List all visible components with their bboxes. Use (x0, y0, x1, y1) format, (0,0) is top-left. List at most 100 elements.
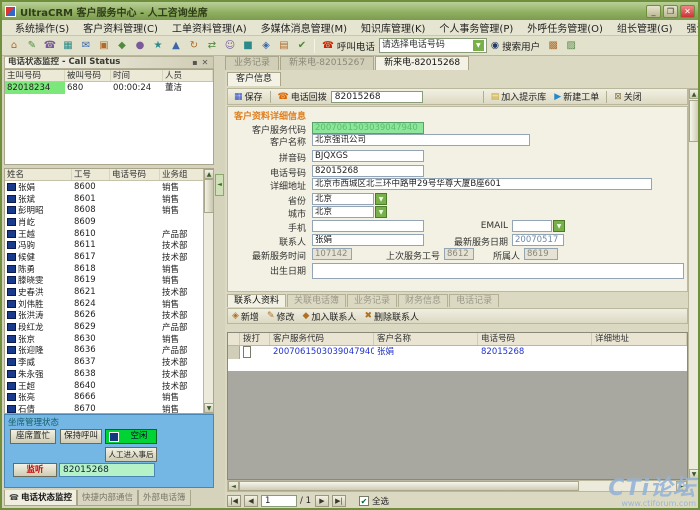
scroll-up-icon[interactable]: ▲ (204, 169, 214, 179)
phone-field[interactable]: 82015268 (312, 165, 424, 177)
contacts-action-button[interactable]: ◈ 新增 (228, 310, 263, 323)
toolbar-icon[interactable]: ⇄ (204, 38, 220, 53)
agent-row[interactable]: 滕晓雯 8619 销售 (5, 275, 213, 287)
callback-number-field[interactable]: 82015268 (331, 91, 423, 103)
agent-row[interactable]: 肖屹 8609 (5, 216, 213, 228)
address-field[interactable]: 北京市西城区北三环中路甲29号华尊大厦B座601 (312, 178, 652, 190)
toolbar-icon[interactable]: ☎ (42, 38, 58, 53)
dial-phone-button[interactable]: ☎ 呼叫电话 (318, 39, 379, 53)
tab-call-log[interactable]: 电话记录 (449, 294, 499, 307)
callback-button[interactable]: ☎ 电话回拨 (274, 90, 331, 103)
tab-contacts[interactable]: 联系人资料 (227, 294, 286, 307)
menu-item[interactable]: 工单资料管理(A) (165, 20, 254, 35)
checkbox-icon[interactable] (243, 346, 251, 358)
afterwork-button[interactable]: 人工进入事后 (105, 447, 157, 462)
agent-row[interactable]: 张亮 8666 销售 (5, 391, 213, 403)
toolbar-icon[interactable]: ▨ (563, 38, 579, 53)
agent-row[interactable]: 王越 8610 产品部 (5, 228, 213, 240)
menu-item[interactable]: 知识库管理(K) (354, 20, 432, 35)
set-busy-button[interactable]: 座席置忙 (10, 429, 56, 444)
tab-external-phonebook[interactable]: 外部电话簿 (138, 490, 191, 506)
contacts-action-button[interactable]: ✎ 修改 (263, 310, 299, 323)
menu-item[interactable]: 外呼任务管理(O) (520, 20, 610, 35)
scroll-down-icon[interactable]: ▼ (204, 403, 214, 413)
phone-number-select[interactable]: 请选择电话号码 ▼ (379, 38, 487, 53)
chevron-down-icon[interactable]: ▼ (375, 206, 387, 218)
select-all-checkbox[interactable]: ✔ (359, 496, 369, 506)
toolbar-icon[interactable]: ▩ (545, 38, 561, 53)
vertical-scrollbar[interactable]: ▲ ▼ (688, 88, 700, 480)
scroll-left-icon[interactable]: ◄ (228, 481, 239, 491)
scrollbar-thumb[interactable] (239, 481, 579, 491)
agent-row[interactable]: 李威 8637 技术部 (5, 356, 213, 368)
toolbar-icon[interactable]: ✎ (24, 38, 40, 53)
prev-page-button[interactable]: ◀ (244, 495, 258, 507)
agent-row[interactable]: 史春洪 8621 技术部 (5, 286, 213, 298)
menu-item[interactable]: 个人事务管理(P) (432, 20, 520, 35)
agent-row[interactable]: 张洪涛 8626 技术部 (5, 310, 213, 322)
close-icon[interactable]: ✕ (200, 57, 210, 68)
agent-row[interactable]: 陈勇 8618 销售 (5, 263, 213, 275)
minimize-button[interactable]: _ (646, 5, 661, 18)
contact-field[interactable]: 张娟 (312, 234, 424, 246)
toolbar-icon[interactable]: ● (132, 38, 148, 53)
new-ticket-button[interactable]: ▶ 新建工单 (550, 90, 603, 103)
first-page-button[interactable]: |◀ (227, 495, 241, 507)
add-to-tips-button[interactable]: ▤ 加入提示库 (487, 90, 551, 103)
dial-checkbox-cell[interactable] (240, 346, 270, 359)
close-button[interactable]: ✕ (680, 5, 695, 18)
panel-splitter[interactable]: ◄ (214, 56, 225, 508)
row-selector[interactable] (228, 346, 240, 359)
menu-item[interactable]: 组长管理(G) (610, 20, 680, 35)
collapse-panel-icon[interactable]: ◄ (215, 174, 224, 196)
tab-customer-info[interactable]: 客户信息 (227, 72, 281, 86)
toolbar-icon[interactable]: ⌂ (6, 38, 22, 53)
agent-row[interactable]: 刘伟胜 8624 销售 (5, 298, 213, 310)
toolbar-icon[interactable]: ☺ (222, 38, 238, 53)
tab-call-status[interactable]: ☎ 电话状态监控 (4, 490, 77, 506)
agent-row[interactable]: 冯驹 8611 技术部 (5, 239, 213, 251)
menu-item[interactable]: 客户资料管理(C) (76, 20, 165, 35)
close-session-button[interactable]: ⊠ 关闭 (610, 90, 646, 103)
agent-row[interactable]: 段红龙 8629 产品部 (5, 321, 213, 333)
toolbar-icon[interactable]: ▲ (168, 38, 184, 53)
code-field[interactable]: 2007061503039047940 (312, 122, 424, 134)
city-select[interactable]: 北京 (312, 206, 374, 218)
agent-row[interactable]: 张娟 8600 销售 (5, 181, 213, 193)
contacts-action-button[interactable]: ✖ 删除联系人 (360, 310, 423, 323)
scrollbar-thumb[interactable] (689, 100, 699, 142)
toolbar-icon[interactable]: ★ (150, 38, 166, 53)
scroll-down-icon[interactable]: ▼ (689, 469, 699, 479)
agent-row[interactable]: 张斌 8601 销售 (5, 193, 213, 205)
agents-scrollbar[interactable]: ▲ ▼ (203, 169, 213, 413)
idle-button[interactable]: 空闲 (105, 429, 157, 444)
toolbar-icon[interactable]: ✉ (78, 38, 94, 53)
call-row[interactable]: 82018234 680 00:00:24 董洁 (5, 82, 213, 94)
page-number-input[interactable]: 1 (261, 495, 297, 507)
agent-row[interactable]: 石倩 8670 销售 (5, 403, 213, 414)
menu-item[interactable]: 多媒体消息管理(M) (254, 20, 354, 35)
agent-row[interactable]: 候健 8617 技术部 (5, 251, 213, 263)
agent-row[interactable]: 彭明昭 8608 销售 (5, 204, 213, 216)
toolbar-icon[interactable]: ■ (240, 38, 256, 53)
search-user-button[interactable]: ◉ 搜索用户 (487, 39, 544, 53)
save-button[interactable]: ▦ 保存 (230, 90, 267, 103)
agent-row[interactable]: 张迎隆 8636 产品部 (5, 345, 213, 357)
tab-business-log[interactable]: 业务记录 (347, 294, 397, 307)
province-select[interactable]: 北京 (312, 193, 374, 205)
agent-row[interactable]: 王超 8640 技术部 (5, 380, 213, 392)
toolbar-icon[interactable]: ▤ (276, 38, 292, 53)
pin-icon[interactable]: ▪ (190, 57, 200, 68)
pinyin-field[interactable]: BJQXGS (312, 150, 424, 162)
toolbar-icon[interactable]: ↻ (186, 38, 202, 53)
contact-row[interactable]: 2007061503039047940 张娟 82015268 (228, 346, 687, 359)
scrollbar-thumb[interactable] (204, 179, 214, 213)
horizontal-scrollbar[interactable]: ◄ ► (227, 480, 688, 492)
agent-phone-field[interactable]: 82015268 (59, 463, 155, 477)
tab-business-records[interactable]: 业务记录 (225, 56, 279, 70)
chevron-down-icon[interactable]: ▼ (473, 40, 484, 51)
scroll-up-icon[interactable]: ▲ (689, 89, 699, 99)
toolbar-icon[interactable]: ▦ (60, 38, 76, 53)
agent-row[interactable]: 朱永强 8638 技术部 (5, 368, 213, 380)
chevron-down-icon[interactable]: ▼ (553, 220, 565, 232)
